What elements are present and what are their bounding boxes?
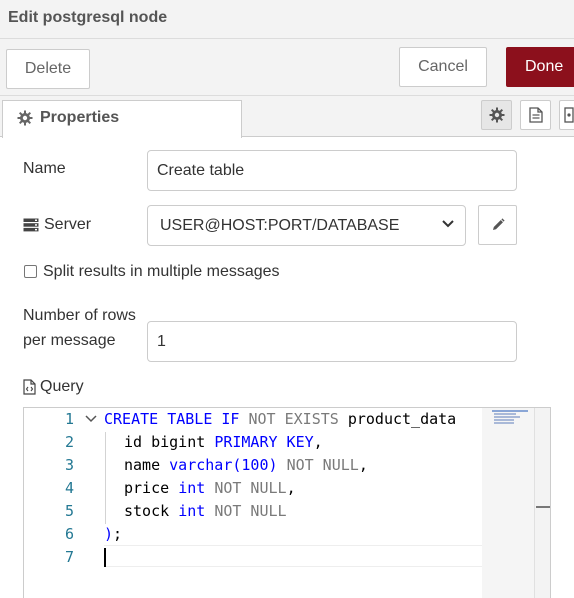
split-results-label: Split results in multiple messages (43, 263, 280, 280)
code-text: , (313, 433, 323, 451)
code-type: int (178, 502, 206, 520)
node-info-icon (564, 107, 574, 123)
rows-label-line1: Number of rows (23, 307, 136, 324)
code-line-6: ); (104, 525, 122, 543)
code-file-icon (23, 379, 36, 395)
delete-button[interactable]: Delete (6, 49, 90, 89)
edit-server-button[interactable] (478, 205, 517, 245)
indent-guide (105, 432, 106, 524)
server-select-value: USER@HOST:PORT/DATABASE (160, 216, 400, 234)
document-icon (528, 107, 543, 123)
code-line-3: name varchar(100) NOT NULL, (124, 456, 368, 474)
line-number: 1 (64, 410, 74, 428)
code-type: varchar(100) (169, 456, 278, 474)
description-tab-button[interactable] (520, 100, 551, 130)
scrollbar-marker (536, 506, 550, 508)
line-number: 4 (64, 479, 74, 497)
editor-scrollbar[interactable] (534, 408, 550, 598)
code-keyword: PRIMARY KEY (214, 433, 314, 451)
code-keyword: EXISTS (284, 410, 339, 428)
minimap-line (494, 419, 514, 421)
code-type: int (178, 479, 206, 497)
code-line-4: price int NOT NULL, (124, 479, 296, 497)
tab-bar: Properties (0, 96, 574, 138)
code-line-5: stock int NOT NULL (124, 502, 287, 520)
appearance-tab-button[interactable] (559, 100, 574, 130)
code-line-2: id bigint PRIMARY KEY, (124, 433, 323, 451)
query-label-row: Query (23, 378, 84, 396)
tab-properties-label: Properties (40, 109, 120, 126)
code-keyword: NOT (248, 410, 276, 428)
dialog-header: Edit postgresql node (0, 0, 574, 39)
server-label-row: Server (23, 216, 91, 234)
code-paren: ) (104, 525, 114, 543)
done-button[interactable]: Done (506, 47, 574, 87)
rows-per-message-input[interactable]: 1 (147, 321, 517, 362)
code-identifier: product_data (347, 410, 457, 428)
code-text: stock (124, 502, 170, 520)
line-number: 7 (64, 548, 74, 566)
dialog-title: Edit postgresql node (8, 9, 168, 26)
code-line-1: CREATE TABLE IF NOT EXISTS product_data (104, 410, 456, 428)
minimap-line (494, 416, 520, 418)
minimap-line (494, 422, 514, 424)
text-cursor (104, 548, 106, 567)
minimap-line (492, 410, 528, 412)
settings-tab-button[interactable] (481, 100, 512, 130)
pencil-icon (492, 218, 505, 230)
fold-chevron-icon[interactable] (84, 414, 98, 424)
dialog-toolbar: Delete Cancel Done (0, 39, 574, 96)
name-input[interactable]: Create table (147, 150, 517, 191)
line-number: 5 (64, 502, 74, 520)
gear-icon (17, 110, 33, 126)
code-text: price (124, 479, 170, 497)
line-number: 6 (64, 525, 74, 543)
code-text: id bigint (124, 433, 206, 451)
code-keyword: CREATE TABLE IF (104, 410, 240, 428)
code-text: , (286, 479, 296, 497)
code-text: name (124, 456, 161, 474)
current-line-highlight (104, 545, 482, 567)
server-icon (23, 218, 39, 232)
rows-label-line2: per message (23, 332, 116, 349)
server-label: Server (44, 216, 92, 233)
editor-minimap[interactable] (482, 408, 534, 598)
code-keyword: NOT NULL (214, 502, 287, 520)
gear-icon (489, 107, 504, 123)
line-number: 3 (64, 456, 74, 474)
chevron-down-icon (442, 220, 454, 228)
code-text: , (358, 456, 368, 474)
query-editor[interactable]: 1 2 3 4 5 6 7 CREATE TABLE IF NOT EXISTS… (23, 407, 551, 598)
split-results-checkbox[interactable] (24, 265, 37, 278)
name-label: Name (23, 160, 66, 177)
cancel-button[interactable]: Cancel (399, 47, 487, 87)
code-keyword: NOT NULL (286, 456, 359, 474)
minimap-line (494, 413, 516, 415)
line-number: 2 (64, 433, 74, 451)
code-text: ; (113, 525, 123, 543)
server-select[interactable]: USER@HOST:PORT/DATABASE (147, 205, 466, 246)
tab-properties[interactable]: Properties (2, 100, 242, 138)
query-label: Query (40, 378, 84, 395)
code-keyword: NOT NULL (214, 479, 287, 497)
